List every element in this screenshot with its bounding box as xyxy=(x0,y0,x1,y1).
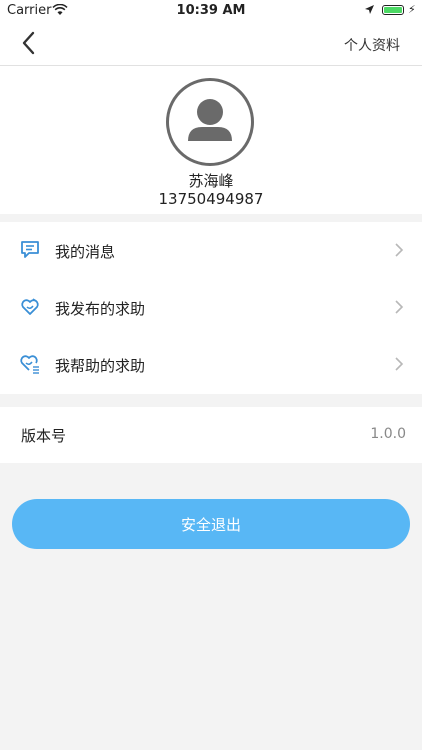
page-title: 个人资料 xyxy=(344,38,400,54)
chevron-right-icon xyxy=(395,357,404,371)
menu-item-label: 我的消息 xyxy=(55,243,116,261)
menu-item-my-helped-requests[interactable]: 我帮助的求助 xyxy=(0,336,422,392)
heart-hand-icon xyxy=(21,298,39,315)
status-bar: Carrier 10:39 AM ⚡ xyxy=(0,0,422,22)
battery-icon xyxy=(382,5,404,15)
location-arrow-icon xyxy=(365,5,374,14)
charging-bolt-icon: ⚡ xyxy=(408,3,416,16)
menu-item-label: 我发布的求助 xyxy=(55,300,146,318)
version-value: 1.0.0 xyxy=(370,426,406,442)
avatar[interactable] xyxy=(166,78,254,166)
version-label: 版本号 xyxy=(21,427,67,445)
user-phone: 13750494987 xyxy=(158,190,264,208)
logout-button[interactable]: 安全退出 xyxy=(12,499,410,549)
user-avatar-icon xyxy=(188,99,232,141)
menu-item-my-messages[interactable]: 我的消息 xyxy=(0,222,422,278)
menu-list: 我的消息 我发布的求助 我帮助的求助 xyxy=(0,222,422,394)
profile-header: 苏海峰 13750494987 xyxy=(0,66,422,214)
navigation-bar: 个人资料 xyxy=(0,22,422,66)
back-button[interactable] xyxy=(16,30,42,56)
heart-list-icon xyxy=(20,355,39,374)
clock: 10:39 AM xyxy=(176,3,246,18)
user-name: 苏海峰 xyxy=(188,172,234,190)
chevron-right-icon xyxy=(395,300,404,314)
menu-item-my-posted-requests[interactable]: 我发布的求助 xyxy=(0,279,422,335)
message-icon xyxy=(21,241,39,258)
version-row: 版本号 1.0.0 xyxy=(0,407,422,463)
chevron-right-icon xyxy=(395,243,404,257)
menu-item-label: 我帮助的求助 xyxy=(55,357,146,375)
